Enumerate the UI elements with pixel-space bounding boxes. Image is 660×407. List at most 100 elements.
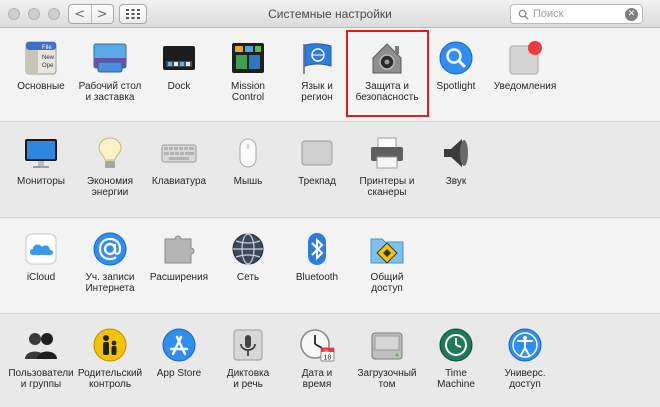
pane-keyboard[interactable]: Клавиатура: [144, 129, 214, 213]
pane-label: Мониторы: [17, 176, 65, 187]
bluetooth-icon: [299, 231, 335, 267]
pane-label: Родительский контроль: [77, 368, 143, 390]
general-icon-new-text: New: [42, 55, 55, 61]
pane-startup-disk[interactable]: Загрузочный том: [352, 321, 422, 405]
pane-desktop-screensaver[interactable]: Рабочий стол и заставка: [75, 34, 145, 118]
pane-label: Загрузочный том: [357, 368, 417, 390]
section-personal: File New Ope Основные Рабочий стол и зас…: [0, 28, 660, 122]
internet-accounts-icon: [92, 231, 128, 267]
close-window-button[interactable]: [8, 8, 20, 20]
grid-icon: [126, 9, 140, 19]
pane-label: Уч. записи Интернета: [85, 272, 135, 294]
section-hardware: Мониторы Экономия энергии Клавиатура Мыш…: [0, 123, 660, 218]
pane-sharing[interactable]: Общий доступ: [352, 225, 422, 309]
general-icon-file-text: File: [42, 45, 52, 51]
date-time-icon: JUL 18: [299, 327, 335, 363]
pane-mission-control[interactable]: Mission Control: [213, 34, 283, 118]
pane-displays[interactable]: Мониторы: [6, 129, 76, 213]
pane-label: Универс. доступ: [504, 368, 546, 390]
pane-label: Dock: [167, 81, 191, 92]
keyboard-icon: [161, 135, 197, 171]
pane-label: Дата и время: [301, 368, 333, 390]
show-all-button[interactable]: [119, 4, 147, 24]
forward-button[interactable]: >: [90, 5, 114, 23]
pane-label: iCloud: [26, 272, 56, 283]
pane-security-privacy[interactable]: Защита и безопасность: [352, 34, 422, 118]
startup-disk-icon: [369, 327, 405, 363]
pane-label: Рабочий стол и заставка: [78, 81, 142, 103]
toolbar: < > Системные настройки Поиск ✕: [0, 0, 660, 28]
app-store-icon: [161, 327, 197, 363]
pane-label: Принтеры и сканеры: [359, 176, 415, 198]
pane-parental-controls[interactable]: Родительский контроль: [75, 321, 145, 405]
pane-label: Уведомления: [493, 81, 557, 92]
pane-general[interactable]: File New Ope Основные: [6, 34, 76, 118]
pane-printers-scanners[interactable]: Принтеры и сканеры: [352, 129, 422, 213]
dictation-icon: [230, 327, 266, 363]
pane-trackpad[interactable]: Трекпад: [282, 129, 352, 213]
system-preferences-window: < > Системные настройки Поиск ✕ File New…: [0, 0, 660, 407]
pane-users-groups[interactable]: Пользователи и группы: [6, 321, 76, 405]
dock-icon: [161, 40, 197, 76]
pane-label: Диктовка и речь: [226, 368, 270, 390]
pane-label: Мышь: [233, 176, 263, 187]
zoom-window-button[interactable]: [48, 8, 60, 20]
security-icon: [369, 40, 405, 76]
navigation-buttons: < >: [68, 4, 114, 24]
minimize-window-button[interactable]: [28, 8, 40, 20]
users-icon: [23, 327, 59, 363]
printer-icon: [369, 135, 405, 171]
pane-language-region[interactable]: Язык и регион: [282, 34, 352, 118]
pane-dock[interactable]: Dock: [144, 34, 214, 118]
search-input[interactable]: Поиск: [533, 8, 625, 20]
accessibility-icon: [507, 327, 543, 363]
general-icon-open-text: Ope: [42, 63, 54, 69]
extensions-icon: [161, 231, 197, 267]
mouse-icon: [230, 135, 266, 171]
pane-network[interactable]: Сеть: [213, 225, 283, 309]
pane-energy-saver[interactable]: Экономия энергии: [75, 129, 145, 213]
pane-label: Сеть: [236, 272, 260, 283]
calendar-month-text: JUL: [323, 349, 329, 353]
pane-notifications[interactable]: Уведомления: [490, 34, 560, 118]
pane-label: Пользователи и группы: [8, 368, 74, 390]
pane-label: App Store: [156, 368, 202, 379]
pane-date-time[interactable]: JUL 18 Дата и время: [282, 321, 352, 405]
language-icon: [299, 40, 335, 76]
pane-label: Звук: [445, 176, 467, 187]
energy-icon: [92, 135, 128, 171]
window-controls: [8, 8, 60, 20]
pane-label: Расширения: [149, 272, 209, 283]
mission-control-icon: [230, 40, 266, 76]
spotlight-icon: [438, 40, 474, 76]
clear-search-button[interactable]: ✕: [625, 7, 638, 21]
pane-label: Общий доступ: [370, 272, 404, 294]
pane-icloud[interactable]: iCloud: [6, 225, 76, 309]
pane-label: Mission Control: [231, 81, 265, 103]
pane-label: Защита и безопасность: [355, 81, 419, 103]
search-field[interactable]: Поиск ✕: [510, 4, 643, 24]
pane-app-store[interactable]: App Store: [144, 321, 214, 405]
sharing-icon: [369, 231, 405, 267]
pane-internet-accounts[interactable]: Уч. записи Интернета: [75, 225, 145, 309]
pane-label: Time Machine: [437, 368, 475, 390]
pane-extensions[interactable]: Расширения: [144, 225, 214, 309]
section-system: Пользователи и группы Родительский контр…: [0, 315, 660, 407]
trackpad-icon: [299, 135, 335, 171]
pane-accessibility[interactable]: Универс. доступ: [490, 321, 560, 405]
icloud-icon: [23, 231, 59, 267]
desktop-icon: [92, 40, 128, 76]
pane-time-machine[interactable]: Time Machine: [421, 321, 491, 405]
back-button[interactable]: <: [69, 5, 91, 23]
pane-bluetooth[interactable]: Bluetooth: [282, 225, 352, 309]
pane-dictation-speech[interactable]: Диктовка и речь: [213, 321, 283, 405]
parental-controls-icon: [92, 327, 128, 363]
pane-sound[interactable]: Звук: [421, 129, 491, 213]
time-machine-icon: [438, 327, 474, 363]
pane-label: Трекпад: [298, 176, 336, 187]
pane-spotlight[interactable]: Spotlight: [421, 34, 491, 118]
network-icon: [230, 231, 266, 267]
pane-mouse[interactable]: Мышь: [213, 129, 283, 213]
general-icon: File New Ope: [23, 40, 59, 76]
pane-label: Экономия энергии: [86, 176, 134, 198]
